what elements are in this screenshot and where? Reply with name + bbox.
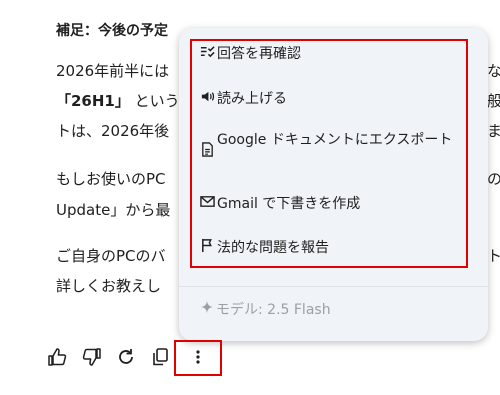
menu-item-label: 法的な問題を報告 [217,240,329,256]
thumb-up-icon[interactable] [45,345,69,369]
menu-item-label: 回答を再確認 [217,46,301,62]
menu-item-label: Gmail で下書きを作成 [217,196,361,212]
paragraph-line: Update」から最 [56,201,171,219]
paragraph-line: 「26H1」 という [56,90,180,111]
more-options-menu [179,28,488,341]
paragraph-line: もしお使いのPC [56,170,166,188]
speaker-icon [201,91,215,102]
paragraph-line-tail: ま [487,122,500,140]
copy-icon[interactable] [148,345,172,369]
refresh-icon[interactable] [114,345,138,369]
paragraph-line-tail: 般 [487,92,500,110]
document-icon [202,142,213,157]
menu-divider [179,286,488,287]
model-label: モデル: 2.5 Flash [216,302,331,318]
section-heading: 補足：今後の予定 [56,23,168,39]
sparkle-icon [201,301,213,313]
paragraph-line: トは、2026年後 [56,122,170,140]
thumb-down-icon[interactable] [80,345,104,369]
double-check-icon [200,46,215,58]
paragraph-text: という [134,92,180,110]
paragraph-line: ご自身のPCのバ [56,247,166,265]
gmail-icon [200,196,215,207]
flag-icon [202,238,212,253]
paragraph-line: 2026年前半には [56,62,170,80]
menu-item-label: 読み上げる [217,91,287,107]
paragraph-line-tail: の [487,170,500,188]
paragraph-line-tail: な [487,62,500,80]
version-code: 「26H1」 [56,92,130,110]
more-button-highlight-box [174,340,222,376]
paragraph-line-tail: ト [487,247,500,265]
paragraph-line: 詳しくお教えし [56,277,162,295]
menu-item-label: Google ドキュメントにエクスポート [217,132,453,148]
